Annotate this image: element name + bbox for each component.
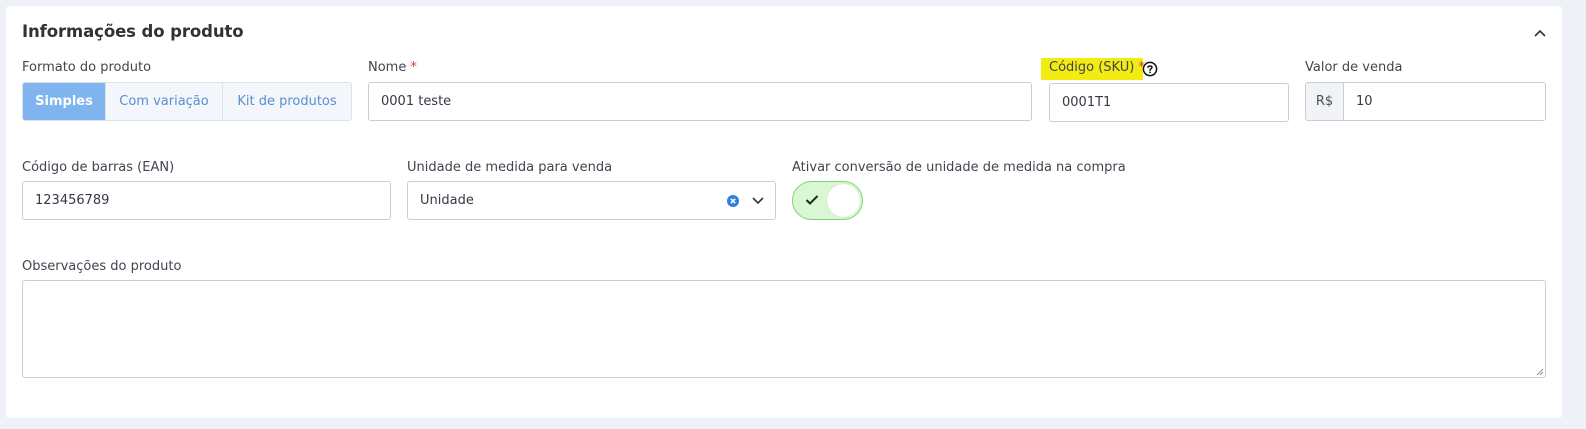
format-option-simples[interactable]: Simples (23, 83, 106, 120)
resize-handle-icon[interactable] (1536, 368, 1544, 376)
question-circle-icon[interactable] (1142, 61, 1158, 77)
toggle-knob (827, 184, 860, 217)
chevron-down-icon[interactable] (752, 197, 764, 205)
format-segmented-control: Simples Com variação Kit de produtos (22, 82, 352, 121)
price-label: Valor de venda (1305, 60, 1403, 75)
sku-label-text: Código (SKU) (1049, 60, 1135, 75)
unit-select[interactable]: Unidade (407, 181, 776, 220)
notes-textarea[interactable] (22, 280, 1546, 378)
name-label: Nome * (368, 59, 417, 77)
currency-prefix: R$ (1305, 82, 1343, 121)
sku-input[interactable]: 0001T1 (1049, 83, 1289, 122)
format-option-com-variacao[interactable]: Com variação (106, 83, 223, 120)
name-label-text: Nome (368, 60, 407, 75)
name-input[interactable]: 0001 teste (368, 82, 1032, 121)
barcode-input[interactable]: 123456789 (22, 181, 391, 220)
section-title: Informações do produto (22, 22, 244, 41)
unit-select-value: Unidade (420, 193, 474, 208)
conversion-label: Ativar conversão de unidade de medida na… (792, 160, 1126, 175)
barcode-label: Código de barras (EAN) (22, 160, 175, 175)
format-option-kit[interactable]: Kit de produtos (223, 83, 351, 120)
unit-label: Unidade de medida para venda (407, 160, 613, 175)
chevron-up-icon (1534, 29, 1546, 37)
conversion-toggle[interactable] (792, 181, 863, 220)
product-info-card: Informações do produto Formato do produt… (6, 6, 1562, 418)
clear-circle-icon[interactable] (727, 195, 739, 207)
format-label: Formato do produto (22, 60, 152, 75)
notes-label: Observações do produto (22, 259, 182, 274)
check-icon (805, 195, 819, 205)
required-mark: * (410, 60, 417, 75)
sku-label: Código (SKU) * (1049, 59, 1145, 77)
price-input[interactable]: 10 (1343, 82, 1546, 121)
collapse-button[interactable] (1533, 26, 1547, 40)
